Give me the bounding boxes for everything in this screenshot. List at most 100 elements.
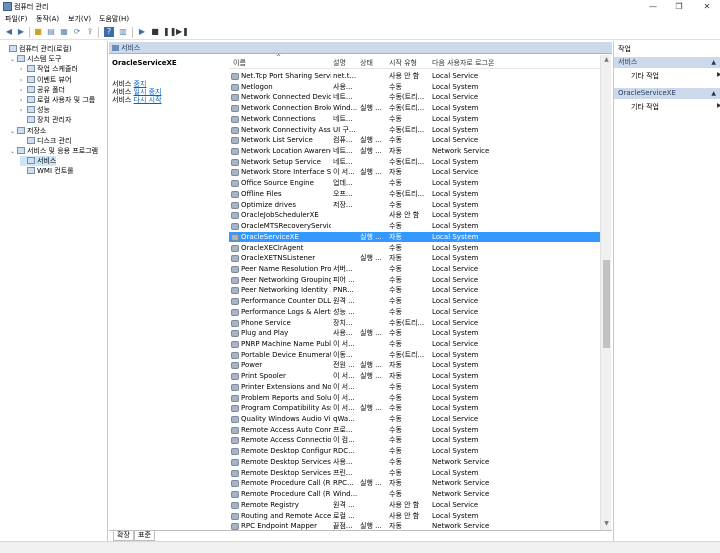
restart-service-link[interactable]: 다시 시작: [134, 96, 162, 104]
service-row[interactable]: Network Store Interface Se...이 서... 실행 ..…: [229, 167, 600, 178]
actions-section-selected-service[interactable]: OracleServiceXE ▲: [614, 88, 720, 99]
service-row[interactable]: Routing and Remote Access 로컬 ... 사용 안 함 Loc…: [229, 511, 600, 522]
column-description[interactable]: 설명: [333, 58, 346, 68]
service-row[interactable]: Network Connected Device...네트... 수동(트리...…: [229, 92, 600, 103]
close-button[interactable]: ✕: [698, 1, 716, 12]
tree-node-icon: [9, 45, 17, 52]
service-row[interactable]: Print Spooler 이 서... 실행 ... 자동 Local System: [229, 371, 600, 382]
start-service-icon[interactable]: ▶: [137, 27, 147, 37]
tree-node[interactable]: ⌄ 서비스 및 응용 프로그램: [10, 146, 98, 156]
service-row[interactable]: Remote Access Connection...이 컴... 수동 Local…: [229, 435, 600, 446]
scroll-down-icon[interactable]: ▼: [602, 520, 611, 528]
service-row[interactable]: Network List Service 컴퓨... 실행 ... 수동 Local S…: [229, 135, 600, 146]
service-row[interactable]: Performance Logs & Alerts 성능 ... 수동 Local S…: [229, 307, 600, 318]
tab-extended[interactable]: 확장: [113, 531, 134, 541]
service-row[interactable]: Network Location Awareness네트... 실행 ... 자동 N…: [229, 146, 600, 157]
tree-node[interactable]: ⌄ 시스템 도구: [10, 54, 61, 64]
service-row[interactable]: Remote Procedure Call (RP... RPC... 실행 ...…: [229, 478, 600, 489]
service-row[interactable]: Net.Tcp Port Sharing Service net.t... 사용 안…: [229, 71, 600, 82]
back-icon[interactable]: ◀: [4, 27, 14, 37]
pause-service-icon[interactable]: ❚❚: [163, 27, 176, 37]
column-status[interactable]: 상태: [360, 58, 373, 68]
service-row[interactable]: Program Compatibility Assi...이 서... 실행 ..…: [229, 403, 600, 414]
service-row[interactable]: Offline Files 오프... 수동(트리... Local System: [229, 189, 600, 200]
tree-node[interactable]: › 이벤트 뷰어: [20, 75, 71, 85]
tree-node[interactable]: 서비스: [20, 156, 57, 167]
show-hide-tree-icon[interactable]: ▤: [46, 27, 56, 37]
tree-node[interactable]: › 성능: [20, 105, 50, 115]
service-row[interactable]: Portable Device Enumerato...이동... 수동(트리..…: [229, 350, 600, 361]
export-list-icon[interactable]: ⇪: [85, 27, 95, 37]
service-row[interactable]: Printer Extensions and Noti...이 서... 수동 Lo…: [229, 382, 600, 393]
service-row[interactable]: PNRP Machine Name Publi... 이 서... 수동 Local …: [229, 339, 600, 350]
scroll-up-icon[interactable]: ▲: [602, 56, 611, 64]
column-name[interactable]: 이름: [233, 58, 246, 68]
service-row[interactable]: Network Connectivity Assis...UI 구... 수동(트…: [229, 125, 600, 136]
service-row[interactable]: Phone Service 장치... 수동(트리... Local Service: [229, 318, 600, 329]
menu-action[interactable]: 동작(A): [36, 14, 59, 24]
service-row[interactable]: Remote Desktop Services ... 프린... 수동 Local …: [229, 468, 600, 479]
tree-node[interactable]: › 로컬 사용자 및 그룹: [20, 95, 95, 105]
service-row[interactable]: Network Connection Broker Wind... 실행 ... 수동…: [229, 103, 600, 114]
service-row[interactable]: Netlogon 사용... 수동 Local System: [229, 82, 600, 93]
column-startup-type[interactable]: 시작 유형: [389, 58, 417, 68]
service-status-cell: 실행 ...: [360, 479, 382, 488]
more-actions-services[interactable]: 기타 작업 ▶: [631, 71, 720, 81]
refresh-icon[interactable]: ⟳: [72, 27, 82, 37]
restart-service-icon[interactable]: ▶❚: [176, 27, 189, 37]
service-row[interactable]: Remote Registry 원격 ... 사용 안 함 Local Service: [229, 500, 600, 511]
service-row[interactable]: Remote Desktop Configura...RDC... 수동 Local…: [229, 446, 600, 457]
service-row[interactable]: Office Source Engine 업데... 수동 Local System: [229, 178, 600, 189]
service-row[interactable]: Peer Name Resolution Prot... 서버... 수동 Local…: [229, 264, 600, 275]
tree-node[interactable]: ⌄ 저장소: [10, 126, 46, 136]
collapse-icon[interactable]: ▲: [711, 57, 716, 68]
service-row[interactable]: Network Setup Service 네트... 수동(트리... Local …: [229, 157, 600, 168]
console-icon[interactable]: ▥: [118, 27, 128, 37]
expander-icon[interactable]: ⌄: [10, 127, 17, 137]
tab-standard[interactable]: 표준: [134, 531, 155, 541]
menu-view[interactable]: 보기(V): [68, 14, 91, 24]
tree-node[interactable]: 컴퓨터 관리(로컬): [2, 44, 72, 54]
service-row[interactable]: OracleServiceXE 실행 ... 자동 Local System: [229, 231, 600, 243]
services-scrollbar[interactable]: ▲ ▼: [600, 55, 611, 530]
service-row[interactable]: Performance Counter DLL ... 원격 ... 수동 Local…: [229, 296, 600, 307]
stop-service-icon[interactable]: ■: [150, 27, 160, 37]
tree-node[interactable]: › 작업 스케줄러: [20, 64, 78, 74]
service-row[interactable]: Remote Access Auto Conn... 프로... 수동 Local S…: [229, 425, 600, 436]
service-row[interactable]: Problem Reports and Solut... 이 서... 수동 Loca…: [229, 393, 600, 404]
service-row[interactable]: Quality Windows Audio Vi... qWa... 수동 Local…: [229, 414, 600, 425]
service-row[interactable]: Remote Procedure Call (RP... Wind... 수동 Net…: [229, 489, 600, 500]
service-row[interactable]: OracleJobSchedulerXE 사용 안 함 Local System: [229, 210, 600, 221]
menu-file[interactable]: 파일(F): [5, 14, 27, 24]
service-row[interactable]: OracleMTSRecoveryService 수동 Local System: [229, 221, 600, 232]
more-actions-selected-service[interactable]: 기타 작업 ▶: [631, 102, 720, 112]
minimize-button[interactable]: —: [644, 1, 662, 12]
tree-node[interactable]: 디스크 관리: [20, 136, 71, 146]
properties-icon[interactable]: ▦: [59, 27, 69, 37]
column-log-on-as[interactable]: 다음 사용자로 로그온: [432, 58, 494, 68]
service-row[interactable]: Optimize drives 저장... 수동 Local System: [229, 200, 600, 211]
service-row[interactable]: Plug and Play 사용... 실행 ... 수동 Local System: [229, 328, 600, 339]
service-row[interactable]: Remote Desktop Services 사용... 수동 Network Se…: [229, 457, 600, 468]
service-row[interactable]: OracleXETNSListener 실행 ... 자동 Local System: [229, 253, 600, 264]
collapse-icon[interactable]: ▲: [711, 88, 716, 99]
service-row[interactable]: Peer Networking Identity ... PNR... 수동 Loca…: [229, 285, 600, 296]
service-row[interactable]: Power 전원 ... 실행 ... 자동 Local System: [229, 360, 600, 371]
actions-section-services[interactable]: 서비스 ▲: [614, 57, 720, 68]
up-folder-icon[interactable]: ■: [33, 27, 43, 37]
help-icon[interactable]: ?: [104, 27, 114, 37]
expander-icon[interactable]: ⌄: [10, 147, 17, 157]
tree-node[interactable]: › 공유 폴더: [20, 85, 65, 95]
expander-icon[interactable]: ⌄: [10, 55, 17, 65]
service-row[interactable]: Peer Networking Grouping 피어 ... 수동 Local Se…: [229, 275, 600, 286]
scrollbar-thumb[interactable]: [603, 260, 610, 348]
tree-node[interactable]: WMI 컨트롤: [20, 166, 74, 176]
tree-node[interactable]: 장치 관리자: [20, 115, 71, 125]
service-row[interactable]: OracleXEClrAgent 수동 Local System: [229, 243, 600, 254]
forward-icon[interactable]: ▶: [16, 27, 26, 37]
maximize-button[interactable]: ❐: [670, 1, 688, 12]
service-row[interactable]: RPC Endpoint Mapper 끝점... 실행 ... 자동 Network …: [229, 521, 600, 530]
service-row[interactable]: Network Connections 네트... 수동 Local System: [229, 114, 600, 125]
service-name-cell: Net.Tcp Port Sharing Service: [241, 72, 331, 80]
menu-help[interactable]: 도움말(H): [99, 14, 129, 24]
